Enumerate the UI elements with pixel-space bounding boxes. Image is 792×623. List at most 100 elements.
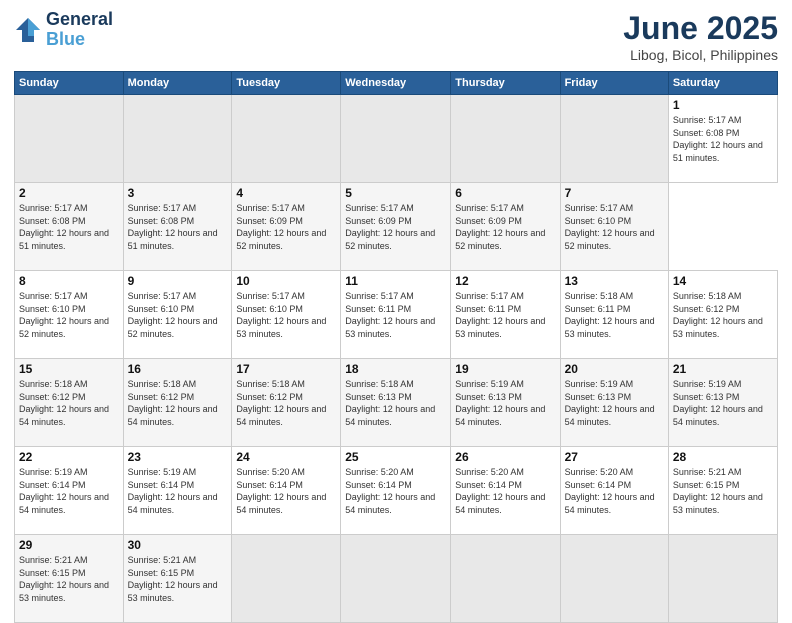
day-number: 9 (128, 274, 228, 288)
day-number: 24 (236, 450, 336, 464)
col-monday: Monday (123, 72, 232, 95)
calendar-week-row: 15 Sunrise: 5:18 AMSunset: 6:12 PMDayligh… (15, 359, 778, 447)
day-info: Sunrise: 5:19 AMSunset: 6:14 PMDaylight:… (128, 466, 228, 516)
day-number: 15 (19, 362, 119, 376)
day-info: Sunrise: 5:19 AMSunset: 6:14 PMDaylight:… (19, 466, 119, 516)
col-saturday: Saturday (668, 72, 777, 95)
day-number: 27 (565, 450, 664, 464)
calendar-week-row: 1Sunrise: 5:17 AMSunset: 6:08 PMDaylight… (15, 95, 778, 183)
day-info: Sunrise: 5:21 AMSunset: 6:15 PMDaylight:… (673, 466, 773, 516)
page: General Blue June 2025 Libog, Bicol, Phi… (0, 0, 792, 612)
calendar-day: 12 Sunrise: 5:17 AMSunset: 6:11 PMDayligh… (451, 271, 560, 359)
day-number: 8 (19, 274, 119, 288)
calendar-day: 28 Sunrise: 5:21 AMSunset: 6:15 PMDayligh… (668, 447, 777, 535)
empty-cell (232, 535, 341, 623)
empty-cell (560, 95, 668, 183)
day-info: Sunrise: 5:20 AMSunset: 6:14 PMDaylight:… (565, 466, 664, 516)
empty-cell (341, 95, 451, 183)
day-number: 21 (673, 362, 773, 376)
day-info: Sunrise: 5:17 AMSunset: 6:10 PMDaylight:… (565, 202, 664, 252)
day-number: 5 (345, 186, 446, 200)
day-info: Sunrise: 5:20 AMSunset: 6:14 PMDaylight:… (345, 466, 446, 516)
calendar-week-row: 8 Sunrise: 5:17 AMSunset: 6:10 PMDaylight… (15, 271, 778, 359)
day-info: Sunrise: 5:19 AMSunset: 6:13 PMDaylight:… (455, 378, 555, 428)
day-number: 3 (128, 186, 228, 200)
calendar-day: 21 Sunrise: 5:19 AMSunset: 6:13 PMDayligh… (668, 359, 777, 447)
empty-cell (341, 535, 451, 623)
calendar-week-row: 29 Sunrise: 5:21 AMSunset: 6:15 PMDayligh… (15, 535, 778, 623)
empty-cell (123, 95, 232, 183)
day-info: Sunrise: 5:17 AMSunset: 6:08 PMDaylight:… (19, 202, 119, 252)
day-number: 29 (19, 538, 119, 552)
day-info: Sunrise: 5:17 AMSunset: 6:09 PMDaylight:… (345, 202, 446, 252)
calendar-day: 3 Sunrise: 5:17 AMSunset: 6:08 PMDaylight… (123, 183, 232, 271)
day-info: Sunrise: 5:17 AMSunset: 6:09 PMDaylight:… (455, 202, 555, 252)
day-number: 12 (455, 274, 555, 288)
col-friday: Friday (560, 72, 668, 95)
day-number: 1 (673, 98, 773, 112)
calendar-day: 23 Sunrise: 5:19 AMSunset: 6:14 PMDayligh… (123, 447, 232, 535)
col-tuesday: Tuesday (232, 72, 341, 95)
day-number: 30 (128, 538, 228, 552)
empty-cell (15, 95, 124, 183)
day-number: 16 (128, 362, 228, 376)
day-info: Sunrise: 5:18 AMSunset: 6:12 PMDaylight:… (19, 378, 119, 428)
col-thursday: Thursday (451, 72, 560, 95)
day-number: 28 (673, 450, 773, 464)
day-number: 13 (565, 274, 664, 288)
calendar-header: Sunday Monday Tuesday Wednesday Thursday… (15, 72, 778, 95)
day-number: 11 (345, 274, 446, 288)
day-info: Sunrise: 5:18 AMSunset: 6:11 PMDaylight:… (565, 290, 664, 340)
calendar-day: 13 Sunrise: 5:18 AMSunset: 6:11 PMDayligh… (560, 271, 668, 359)
day-info: Sunrise: 5:17 AMSunset: 6:11 PMDaylight:… (455, 290, 555, 340)
title-area: June 2025 Libog, Bicol, Philippines (623, 10, 778, 63)
calendar-day: 30 Sunrise: 5:21 AMSunset: 6:15 PMDayligh… (123, 535, 232, 623)
calendar-day: 4Sunrise: 5:17 AMSunset: 6:09 PMDaylight… (232, 183, 341, 271)
calendar-day: 18Sunrise: 5:18 AMSunset: 6:13 PMDayligh… (341, 359, 451, 447)
calendar-day: 14 Sunrise: 5:18 AMSunset: 6:12 PMDayligh… (668, 271, 777, 359)
day-info: Sunrise: 5:21 AMSunset: 6:15 PMDaylight:… (128, 554, 228, 604)
empty-cell (451, 535, 560, 623)
empty-cell (451, 95, 560, 183)
day-number: 22 (19, 450, 119, 464)
col-wednesday: Wednesday (341, 72, 451, 95)
day-info: Sunrise: 5:17 AMSunset: 6:08 PMDaylight:… (128, 202, 228, 252)
day-number: 17 (236, 362, 336, 376)
logo: General Blue (14, 10, 113, 50)
day-info: Sunrise: 5:17 AMSunset: 6:11 PMDaylight:… (345, 290, 446, 340)
day-info: Sunrise: 5:18 AMSunset: 6:12 PMDaylight:… (673, 290, 773, 340)
calendar-day: 11 Sunrise: 5:17 AMSunset: 6:11 PMDayligh… (341, 271, 451, 359)
day-number: 18 (345, 362, 446, 376)
day-info: Sunrise: 5:21 AMSunset: 6:15 PMDaylight:… (19, 554, 119, 604)
calendar-day: 5 Sunrise: 5:17 AMSunset: 6:09 PMDaylight… (341, 183, 451, 271)
empty-cell (560, 535, 668, 623)
day-info: Sunrise: 5:18 AMSunset: 6:12 PMDaylight:… (236, 378, 336, 428)
day-number: 4 (236, 186, 336, 200)
calendar-day: 19Sunrise: 5:19 AMSunset: 6:13 PMDayligh… (451, 359, 560, 447)
calendar-table: Sunday Monday Tuesday Wednesday Thursday… (14, 71, 778, 623)
month-title: June 2025 (623, 10, 778, 47)
calendar-day: 16 Sunrise: 5:18 AMSunset: 6:12 PMDayligh… (123, 359, 232, 447)
day-number: 6 (455, 186, 555, 200)
day-number: 14 (673, 274, 773, 288)
day-info: Sunrise: 5:19 AMSunset: 6:13 PMDaylight:… (673, 378, 773, 428)
calendar-day: 9Sunrise: 5:17 AMSunset: 6:10 PMDaylight… (123, 271, 232, 359)
day-info: Sunrise: 5:18 AMSunset: 6:12 PMDaylight:… (128, 378, 228, 428)
empty-cell (668, 535, 777, 623)
calendar-body: 1 Sunrise: 5:17 AMSunset: 6:08 PMDaylight… (15, 95, 778, 623)
calendar-day: 26Sunrise: 5:20 AMSunset: 6:14 PMDayligh… (451, 447, 560, 535)
calendar-day: 29 Sunrise: 5:21 AMSunset: 6:15 PMDayligh… (15, 535, 124, 623)
logo-icon (14, 16, 42, 44)
empty-cell (232, 95, 341, 183)
calendar-day: 2Sunrise: 5:17 AMSunset: 6:08 PMDaylight… (15, 183, 124, 271)
calendar-week-row: 22 Sunrise: 5:19 AMSunset: 6:14 PMDayligh… (15, 447, 778, 535)
calendar-week-row: 2Sunrise: 5:17 AMSunset: 6:08 PMDaylight… (15, 183, 778, 271)
calendar-day: 22 Sunrise: 5:19 AMSunset: 6:14 PMDayligh… (15, 447, 124, 535)
calendar-day: 20Sunrise: 5:19 AMSunset: 6:13 PMDayligh… (560, 359, 668, 447)
day-number: 26 (455, 450, 555, 464)
day-info: Sunrise: 5:17 AMSunset: 6:10 PMDaylight:… (236, 290, 336, 340)
calendar-day: 27 Sunrise: 5:20 AMSunset: 6:14 PMDayligh… (560, 447, 668, 535)
day-number: 23 (128, 450, 228, 464)
calendar-day: 6 Sunrise: 5:17 AMSunset: 6:09 PMDaylight… (451, 183, 560, 271)
calendar-day: 25Sunrise: 5:20 AMSunset: 6:14 PMDayligh… (341, 447, 451, 535)
